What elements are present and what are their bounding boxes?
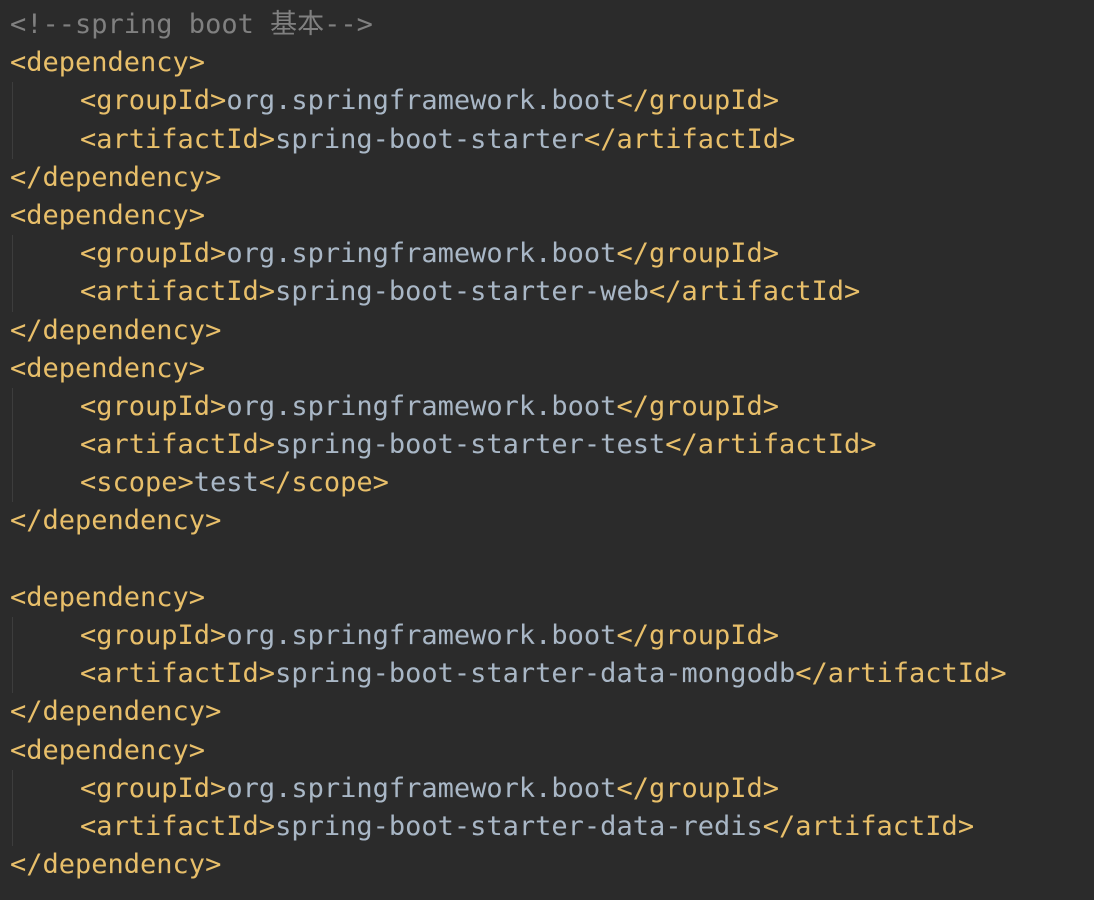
code-line[interactable]: <artifactId>spring-boot-starter-test</ar… bbox=[10, 426, 1094, 465]
xml-open-tag: <groupId> bbox=[80, 620, 227, 651]
code-line[interactable]: <artifactId>spring-boot-starter</artifac… bbox=[10, 120, 1094, 159]
code-line[interactable]: <groupId>org.springframework.boot</group… bbox=[10, 617, 1094, 656]
code-line[interactable]: </dependency> bbox=[10, 312, 1094, 350]
code-line[interactable]: <dependency> bbox=[10, 350, 1094, 388]
xml-value: spring-boot-starter-web bbox=[275, 276, 649, 308]
xml-close-tag: </groupId> bbox=[616, 390, 780, 422]
xml-open-tag: <artifactId> bbox=[80, 658, 276, 690]
xml-open-tag: <artifactId> bbox=[80, 276, 276, 308]
xml-open-tag: <dependency> bbox=[10, 352, 206, 384]
code-line[interactable]: <dependency> bbox=[10, 579, 1094, 617]
xml-open-tag: <groupId> bbox=[80, 772, 227, 804]
xml-close-tag: </groupId> bbox=[616, 85, 780, 117]
xml-open-tag: <artifactId> bbox=[80, 810, 276, 842]
indent-guide bbox=[12, 807, 13, 847]
indent-guide bbox=[12, 82, 13, 121]
xml-close-tag: </artifactId> bbox=[583, 123, 796, 155]
xml-value: org.springframework.boot bbox=[226, 85, 617, 117]
xml-open-tag: <dependency> bbox=[10, 581, 206, 613]
code-line[interactable]: <artifactId>spring-boot-starter-data-mon… bbox=[10, 655, 1094, 694]
code-line[interactable]: <dependency> bbox=[10, 732, 1094, 770]
code-line[interactable]: <scope>test</scope> bbox=[10, 464, 1094, 503]
xml-close-tag: </artifactId> bbox=[648, 276, 861, 308]
xml-comment: <!--spring boot 基本--> bbox=[10, 9, 373, 40]
code-line[interactable]: </dependency> bbox=[10, 693, 1094, 731]
indent-guide bbox=[12, 235, 13, 274]
xml-close-tag: </dependency> bbox=[10, 696, 222, 728]
indent-guide bbox=[12, 387, 13, 427]
xml-open-tag: <groupId> bbox=[80, 238, 227, 270]
code-line[interactable]: <dependency> bbox=[10, 197, 1094, 235]
code-line[interactable]: <groupId>org.springframework.boot</group… bbox=[10, 82, 1094, 121]
code-line[interactable]: </dependency> bbox=[10, 846, 1094, 884]
code-line[interactable]: <groupId>org.springframework.boot</group… bbox=[10, 769, 1094, 808]
code-line[interactable]: </dependency> bbox=[10, 159, 1094, 197]
indent-guide bbox=[12, 426, 13, 465]
xml-value: spring-boot-starter-data-redis bbox=[275, 810, 763, 842]
xml-close-tag: </groupId> bbox=[616, 772, 780, 804]
code-line[interactable]: <artifactId>spring-boot-starter-web</art… bbox=[10, 273, 1094, 312]
code-line[interactable]: <!--spring boot 基本--> bbox=[10, 6, 1094, 44]
xml-open-tag: <dependency> bbox=[10, 199, 206, 231]
indent-guide bbox=[12, 617, 13, 656]
xml-close-tag: </artifactId> bbox=[665, 429, 877, 461]
xml-open-tag: <dependency> bbox=[10, 734, 206, 766]
xml-close-tag: </dependency> bbox=[10, 849, 222, 881]
xml-open-tag: <artifactId> bbox=[80, 123, 276, 155]
code-line[interactable]: <groupId>org.springframework.boot</group… bbox=[10, 387, 1094, 427]
xml-value: spring-boot-starter-test bbox=[275, 429, 666, 461]
xml-open-tag: <groupId> bbox=[80, 85, 227, 117]
indent-guide bbox=[12, 655, 13, 694]
xml-close-tag: </scope> bbox=[258, 467, 389, 499]
xml-value: org.springframework.boot bbox=[226, 620, 617, 651]
code-line[interactable]: </dependency> bbox=[10, 502, 1094, 540]
xml-close-tag: </groupId> bbox=[616, 238, 780, 270]
indent-guide bbox=[12, 769, 13, 808]
xml-value: org.springframework.boot bbox=[226, 238, 617, 270]
xml-close-tag: </groupId> bbox=[616, 620, 780, 651]
code-editor[interactable]: <!--spring boot 基本--> <dependency> <groupI… bbox=[0, 0, 1094, 900]
xml-value: org.springframework.boot bbox=[226, 390, 617, 422]
indent-guide bbox=[12, 120, 13, 159]
xml-value: spring-boot-starter bbox=[275, 123, 584, 155]
code-line[interactable]: <dependency> bbox=[10, 44, 1094, 82]
xml-value: test bbox=[193, 467, 259, 499]
xml-close-tag: </artifactId> bbox=[795, 658, 1007, 690]
xml-open-tag: <dependency> bbox=[10, 47, 206, 79]
xml-open-tag: <groupId> bbox=[80, 390, 227, 422]
xml-close-tag: </dependency> bbox=[10, 505, 222, 537]
xml-close-tag: </dependency> bbox=[10, 314, 222, 346]
xml-value: org.springframework.boot bbox=[226, 772, 617, 804]
xml-close-tag: </artifactId> bbox=[762, 810, 975, 842]
xml-close-tag: </dependency> bbox=[10, 161, 222, 193]
xml-open-tag: <scope> bbox=[80, 467, 194, 499]
xml-open-tag: <artifactId> bbox=[80, 429, 276, 461]
indent-guide bbox=[12, 273, 13, 312]
indent-guide bbox=[12, 464, 13, 503]
code-line[interactable]: <artifactId>spring-boot-starter-data-red… bbox=[10, 807, 1094, 847]
xml-value: spring-boot-starter-data-mongodb bbox=[275, 658, 796, 690]
code-line[interactable]: <groupId>org.springframework.boot</group… bbox=[10, 235, 1094, 274]
